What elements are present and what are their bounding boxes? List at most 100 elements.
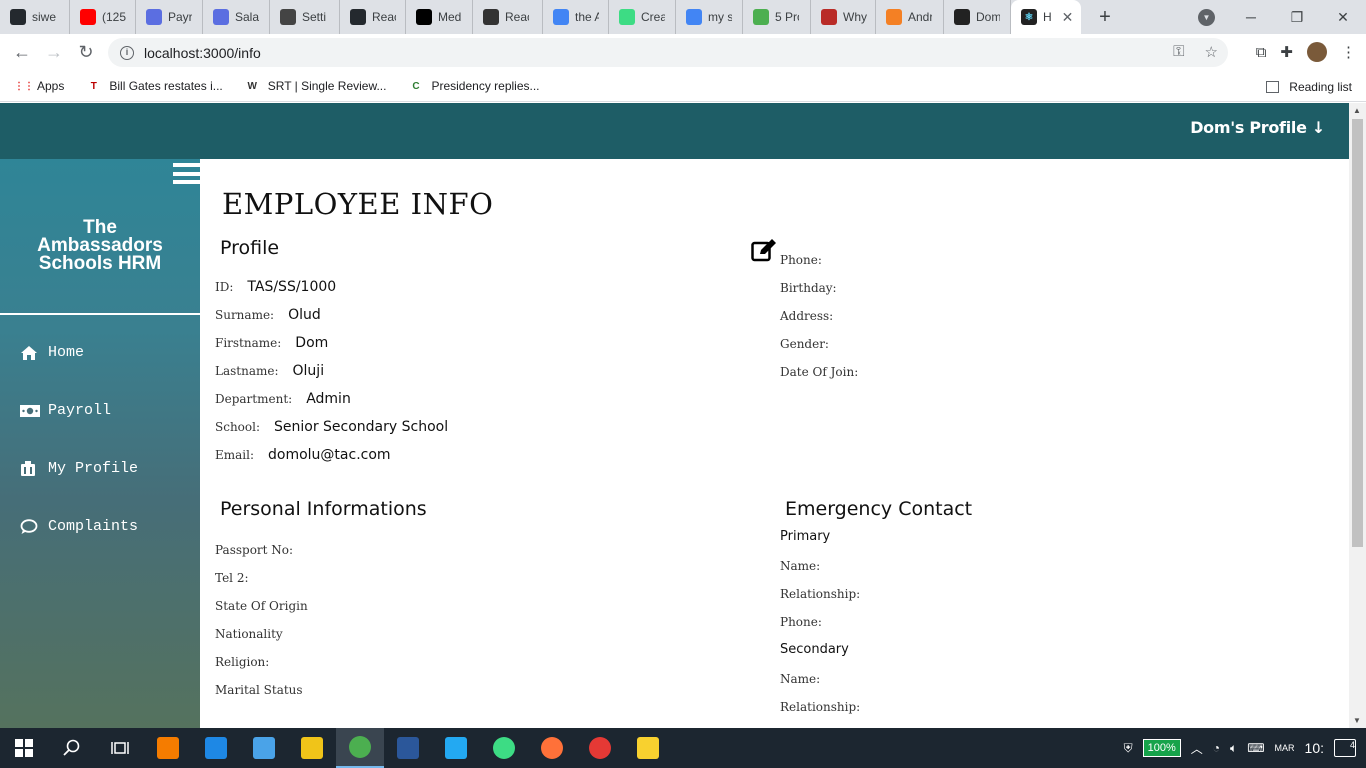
comment-icon (20, 518, 40, 535)
taskbar-app[interactable] (336, 728, 384, 768)
taskbar-app[interactable] (240, 728, 288, 768)
browser-tab[interactable]: my sy (676, 0, 743, 34)
field-row: Email: domolu@tac.com (215, 447, 391, 463)
clock[interactable]: 10: (1305, 740, 1324, 756)
site-info-icon[interactable]: i (120, 45, 134, 60)
taskbar-app[interactable] (432, 728, 480, 768)
taskbar-pinned-apps (144, 728, 672, 768)
google-icon (553, 9, 569, 25)
browser-tab[interactable]: Why (811, 0, 876, 34)
address-bar[interactable]: i localhost:3000/info ⚿ ☆ (108, 38, 1228, 67)
browser-tab[interactable]: React (340, 0, 406, 34)
browser-tab[interactable]: the A (543, 0, 609, 34)
taskbar-app[interactable] (624, 728, 672, 768)
minimize-icon[interactable]: ─ (1228, 9, 1274, 25)
browser-tab[interactable]: Andr (876, 0, 944, 34)
keyboard-icon[interactable]: ⌨ (1247, 741, 1264, 755)
task-view-button[interactable] (96, 728, 144, 768)
key-icon[interactable]: ⚿ (1173, 43, 1184, 61)
browser-tab[interactable]: 5 Pro (743, 0, 811, 34)
battery-indicator[interactable]: 100% (1142, 739, 1181, 757)
tab-search-icon[interactable]: ▼ (1198, 9, 1215, 26)
scroll-down-icon[interactable]: ▼ (1353, 716, 1361, 725)
bookmark-label: SRT | Single Review... (267, 79, 387, 93)
browser-tab[interactable]: Settin (270, 0, 340, 34)
android-studio-icon (493, 737, 515, 759)
bookmark-item[interactable]: ⋮⋮ Apps (14, 79, 64, 94)
profile-menu-button[interactable]: Dom's Profile ↓ (1190, 118, 1325, 137)
reload-icon[interactable]: ↻ (70, 42, 102, 63)
wordpress-icon: W (247, 80, 257, 92)
hamburger-menu-icon[interactable] (173, 161, 200, 186)
browser-tab[interactable]: Salary (203, 0, 270, 34)
notifications-icon[interactable]: 4 (1334, 739, 1356, 757)
field-label: School: (215, 420, 260, 434)
taskbar-app[interactable] (192, 728, 240, 768)
bookmark-item[interactable]: C Presidency replies... (408, 79, 539, 94)
shield-icon[interactable]: ⛨ (1124, 741, 1133, 756)
search-button[interactable] (48, 728, 96, 768)
chevron-up-icon[interactable]: ︿ (1191, 740, 1203, 757)
taskbar-app[interactable] (288, 728, 336, 768)
kebab-menu-icon[interactable]: ⋮ (1341, 43, 1356, 61)
browser-tab[interactable]: Dom (944, 0, 1011, 34)
browser-tab[interactable]: Medi (406, 0, 473, 34)
close-window-icon[interactable]: ✕ (1320, 9, 1366, 26)
sidebar-item-complaints[interactable]: Complaints (20, 518, 138, 535)
browser-tab[interactable]: siwes (0, 0, 70, 34)
taskbar-app[interactable] (576, 728, 624, 768)
restore-icon[interactable]: ❐ (1274, 9, 1320, 26)
id-badge-icon (20, 460, 40, 477)
sidebar-item-payroll[interactable]: Payroll (20, 402, 111, 419)
network-icon[interactable]: ◔ (1213, 741, 1220, 755)
page-scrollbar[interactable]: ▲ ▼ (1349, 103, 1366, 728)
taskbar-app[interactable] (528, 728, 576, 768)
field-row: Birthday: (780, 281, 851, 295)
profile-avatar[interactable] (1307, 42, 1327, 62)
browser-tab-active[interactable]: ⚛ H ✕ (1011, 0, 1081, 34)
field-row: Name: (780, 559, 834, 573)
forward-arrow-icon[interactable]: → (38, 42, 70, 63)
browser-tab[interactable]: (125) (70, 0, 136, 34)
back-arrow-icon[interactable]: ← (6, 42, 38, 63)
browser-tab[interactable]: Payro (136, 0, 203, 34)
bookmark-star-icon[interactable]: ☆ (1205, 43, 1218, 61)
sidebar-item-label: My Profile (48, 460, 139, 477)
tab-close-icon[interactable]: ✕ (1062, 9, 1074, 26)
sidebar-item-my-profile[interactable]: My Profile (20, 460, 138, 477)
taskbar-app[interactable] (384, 728, 432, 768)
personal-section-title: Personal Informations (220, 498, 427, 520)
firefox-icon (541, 737, 563, 759)
volume-icon[interactable]: 🔈︎ (1230, 741, 1237, 756)
field-label: Phone: (780, 615, 822, 629)
bookmark-item[interactable]: W SRT | Single Review... (245, 79, 387, 94)
start-button[interactable] (0, 728, 48, 768)
bookmark-item[interactable]: T Bill Gates restates i... (86, 79, 223, 94)
brand-title: The Ambassadors Schools HRM (0, 218, 200, 273)
field-row: Religion: (215, 655, 283, 669)
browser-tab[interactable]: Creat (609, 0, 676, 34)
taskbar-app[interactable] (480, 728, 528, 768)
new-tab-icon[interactable]: + (1091, 6, 1119, 29)
task-view-icon (111, 742, 129, 754)
home-icon (20, 345, 40, 361)
browser-tab-label: 5 Pro (775, 10, 799, 24)
puzzle-icon[interactable]: ✚ (1280, 43, 1293, 61)
browser-tab-label: Medi (438, 10, 462, 24)
reading-list-label: Reading list (1289, 79, 1352, 94)
date-label[interactable]: MAR (1275, 743, 1295, 753)
scrollbar-thumb[interactable] (1352, 119, 1363, 547)
extension-icon[interactable]: ⧉ (1256, 44, 1267, 61)
taskbar-app[interactable] (144, 728, 192, 768)
reading-list-button[interactable]: Reading list (1266, 71, 1352, 102)
browser-tab[interactable]: React (473, 0, 543, 34)
windows-logo-icon (15, 739, 33, 757)
field-label: Relationship: (780, 700, 861, 714)
chrome-icon (349, 736, 371, 758)
edit-icon[interactable] (751, 238, 777, 262)
sidebar-item-home[interactable]: Home (20, 344, 84, 361)
sidebar-divider (0, 313, 200, 315)
scroll-up-icon[interactable]: ▲ (1353, 106, 1361, 115)
field-label: Tel 2: (215, 571, 249, 585)
field-row: Phone: (780, 253, 836, 267)
